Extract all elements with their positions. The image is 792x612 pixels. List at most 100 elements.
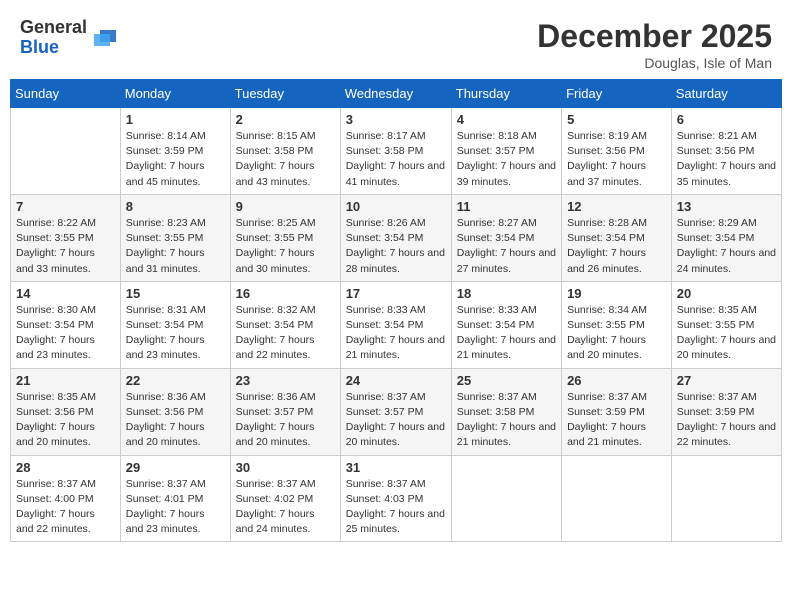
calendar-cell: 1Sunrise: 8:14 AMSunset: 3:59 PMDaylight…: [120, 108, 230, 195]
sunset-time: Sunset: 3:54 PM: [567, 231, 666, 246]
sunset-time: Sunset: 4:02 PM: [236, 492, 335, 507]
day-info: Sunrise: 8:14 AMSunset: 3:59 PMDaylight:…: [126, 129, 225, 190]
day-info: Sunrise: 8:26 AMSunset: 3:54 PMDaylight:…: [346, 216, 446, 277]
calendar-week-1: 1Sunrise: 8:14 AMSunset: 3:59 PMDaylight…: [11, 108, 782, 195]
sunrise-time: Sunrise: 8:23 AM: [126, 216, 225, 231]
daylight-hours: Daylight: 7 hours and 43 minutes.: [236, 159, 335, 189]
day-number: 2: [236, 112, 335, 127]
sunrise-time: Sunrise: 8:37 AM: [457, 390, 556, 405]
sunset-time: Sunset: 3:58 PM: [346, 144, 446, 159]
logo-text: General Blue: [20, 18, 87, 58]
daylight-hours: Daylight: 7 hours and 20 minutes.: [567, 333, 666, 363]
day-number: 19: [567, 286, 666, 301]
day-number: 28: [16, 460, 115, 475]
sunset-time: Sunset: 3:59 PM: [126, 144, 225, 159]
day-number: 15: [126, 286, 225, 301]
sunset-time: Sunset: 3:57 PM: [236, 405, 335, 420]
calendar-cell: 20Sunrise: 8:35 AMSunset: 3:55 PMDayligh…: [671, 281, 781, 368]
day-number: 10: [346, 199, 446, 214]
daylight-hours: Daylight: 7 hours and 20 minutes.: [236, 420, 335, 450]
daylight-hours: Daylight: 7 hours and 39 minutes.: [457, 159, 556, 189]
day-info: Sunrise: 8:37 AMSunset: 3:59 PMDaylight:…: [677, 390, 776, 451]
calendar-cell: 11Sunrise: 8:27 AMSunset: 3:54 PMDayligh…: [451, 194, 561, 281]
sunrise-time: Sunrise: 8:29 AM: [677, 216, 776, 231]
sunrise-time: Sunrise: 8:17 AM: [346, 129, 446, 144]
sunrise-time: Sunrise: 8:19 AM: [567, 129, 666, 144]
sunrise-time: Sunrise: 8:36 AM: [126, 390, 225, 405]
weekday-header-friday: Friday: [562, 80, 672, 108]
daylight-hours: Daylight: 7 hours and 25 minutes.: [346, 507, 446, 537]
sunrise-time: Sunrise: 8:37 AM: [16, 477, 115, 492]
logo-general: General: [20, 17, 87, 37]
day-number: 14: [16, 286, 115, 301]
day-number: 23: [236, 373, 335, 388]
day-info: Sunrise: 8:15 AMSunset: 3:58 PMDaylight:…: [236, 129, 335, 190]
day-number: 31: [346, 460, 446, 475]
calendar-table: SundayMondayTuesdayWednesdayThursdayFrid…: [10, 79, 782, 542]
calendar-week-4: 21Sunrise: 8:35 AMSunset: 3:56 PMDayligh…: [11, 368, 782, 455]
calendar-cell: 8Sunrise: 8:23 AMSunset: 3:55 PMDaylight…: [120, 194, 230, 281]
location: Douglas, Isle of Man: [537, 55, 772, 71]
day-number: 3: [346, 112, 446, 127]
title-block: December 2025 Douglas, Isle of Man: [537, 18, 772, 71]
sunrise-time: Sunrise: 8:30 AM: [16, 303, 115, 318]
day-info: Sunrise: 8:17 AMSunset: 3:58 PMDaylight:…: [346, 129, 446, 190]
daylight-hours: Daylight: 7 hours and 23 minutes.: [126, 333, 225, 363]
day-info: Sunrise: 8:28 AMSunset: 3:54 PMDaylight:…: [567, 216, 666, 277]
calendar-cell: 12Sunrise: 8:28 AMSunset: 3:54 PMDayligh…: [562, 194, 672, 281]
day-info: Sunrise: 8:37 AMSunset: 3:58 PMDaylight:…: [457, 390, 556, 451]
calendar-cell: 15 Sunrise: 8:31 AMSunset: 3:54 PMDayligh…: [120, 281, 230, 368]
sunset-time: Sunset: 4:01 PM: [126, 492, 225, 507]
day-number: 24: [346, 373, 446, 388]
day-number: 27: [677, 373, 776, 388]
day-number: 5: [567, 112, 666, 127]
sunset-time: Sunset: 3:54 PM: [346, 231, 446, 246]
day-info: Sunrise: 8:37 AMSunset: 4:00 PMDaylight:…: [16, 477, 115, 538]
day-number: 16: [236, 286, 335, 301]
calendar-cell: 24Sunrise: 8:37 AMSunset: 3:57 PMDayligh…: [340, 368, 451, 455]
weekday-header-saturday: Saturday: [671, 80, 781, 108]
sunset-time: Sunset: 3:54 PM: [236, 318, 335, 333]
daylight-hours: Daylight: 7 hours and 24 minutes.: [236, 507, 335, 537]
sunset-time: Sunset: 3:59 PM: [677, 405, 776, 420]
sunrise-time: Sunrise: 8:32 AM: [236, 303, 335, 318]
calendar-cell: [562, 455, 672, 542]
daylight-hours: Daylight: 7 hours and 23 minutes.: [126, 507, 225, 537]
day-info: Sunrise: 8:22 AMSunset: 3:55 PMDaylight:…: [16, 216, 115, 277]
calendar-cell: 23Sunrise: 8:36 AMSunset: 3:57 PMDayligh…: [230, 368, 340, 455]
day-info: Sunrise: 8:29 AMSunset: 3:54 PMDaylight:…: [677, 216, 776, 277]
daylight-hours: Daylight: 7 hours and 30 minutes.: [236, 246, 335, 276]
sunrise-time: Sunrise: 8:37 AM: [567, 390, 666, 405]
day-number: 6: [677, 112, 776, 127]
sunset-time: Sunset: 3:55 PM: [567, 318, 666, 333]
day-info: Sunrise: 8:37 AMSunset: 4:03 PMDaylight:…: [346, 477, 446, 538]
sunrise-time: Sunrise: 8:31 AM: [126, 303, 225, 318]
sunset-time: Sunset: 3:54 PM: [457, 231, 556, 246]
calendar-week-3: 14Sunrise: 8:30 AMSunset: 3:54 PMDayligh…: [11, 281, 782, 368]
day-info: Sunrise: 8:31 AMSunset: 3:54 PMDaylight:…: [126, 303, 225, 364]
sunrise-time: Sunrise: 8:34 AM: [567, 303, 666, 318]
calendar-cell: [11, 108, 121, 195]
day-number: 4: [457, 112, 556, 127]
sunset-time: Sunset: 3:56 PM: [567, 144, 666, 159]
sunrise-time: Sunrise: 8:33 AM: [346, 303, 446, 318]
calendar-cell: 29Sunrise: 8:37 AMSunset: 4:01 PMDayligh…: [120, 455, 230, 542]
daylight-hours: Daylight: 7 hours and 33 minutes.: [16, 246, 115, 276]
sunset-time: Sunset: 3:54 PM: [346, 318, 446, 333]
sunset-time: Sunset: 3:54 PM: [16, 318, 115, 333]
day-info: Sunrise: 8:33 AMSunset: 3:54 PMDaylight:…: [346, 303, 446, 364]
day-info: Sunrise: 8:35 AMSunset: 3:56 PMDaylight:…: [16, 390, 115, 451]
day-number: 29: [126, 460, 225, 475]
calendar-cell: 27 Sunrise: 8:37 AMSunset: 3:59 PMDayligh…: [671, 368, 781, 455]
calendar-cell: 21Sunrise: 8:35 AMSunset: 3:56 PMDayligh…: [11, 368, 121, 455]
daylight-hours: Daylight: 7 hours and 22 minutes.: [236, 333, 335, 363]
calendar-cell: 13Sunrise: 8:29 AMSunset: 3:54 PMDayligh…: [671, 194, 781, 281]
daylight-hours: Daylight: 7 hours and 20 minutes.: [126, 420, 225, 450]
sunrise-time: Sunrise: 8:22 AM: [16, 216, 115, 231]
sunrise-time: Sunrise: 8:37 AM: [346, 477, 446, 492]
calendar-cell: 16 Sunrise: 8:32 AMSunset: 3:54 PMDayligh…: [230, 281, 340, 368]
weekday-header-sunday: Sunday: [11, 80, 121, 108]
day-number: 9: [236, 199, 335, 214]
sunset-time: Sunset: 3:57 PM: [457, 144, 556, 159]
sunset-time: Sunset: 3:59 PM: [567, 405, 666, 420]
